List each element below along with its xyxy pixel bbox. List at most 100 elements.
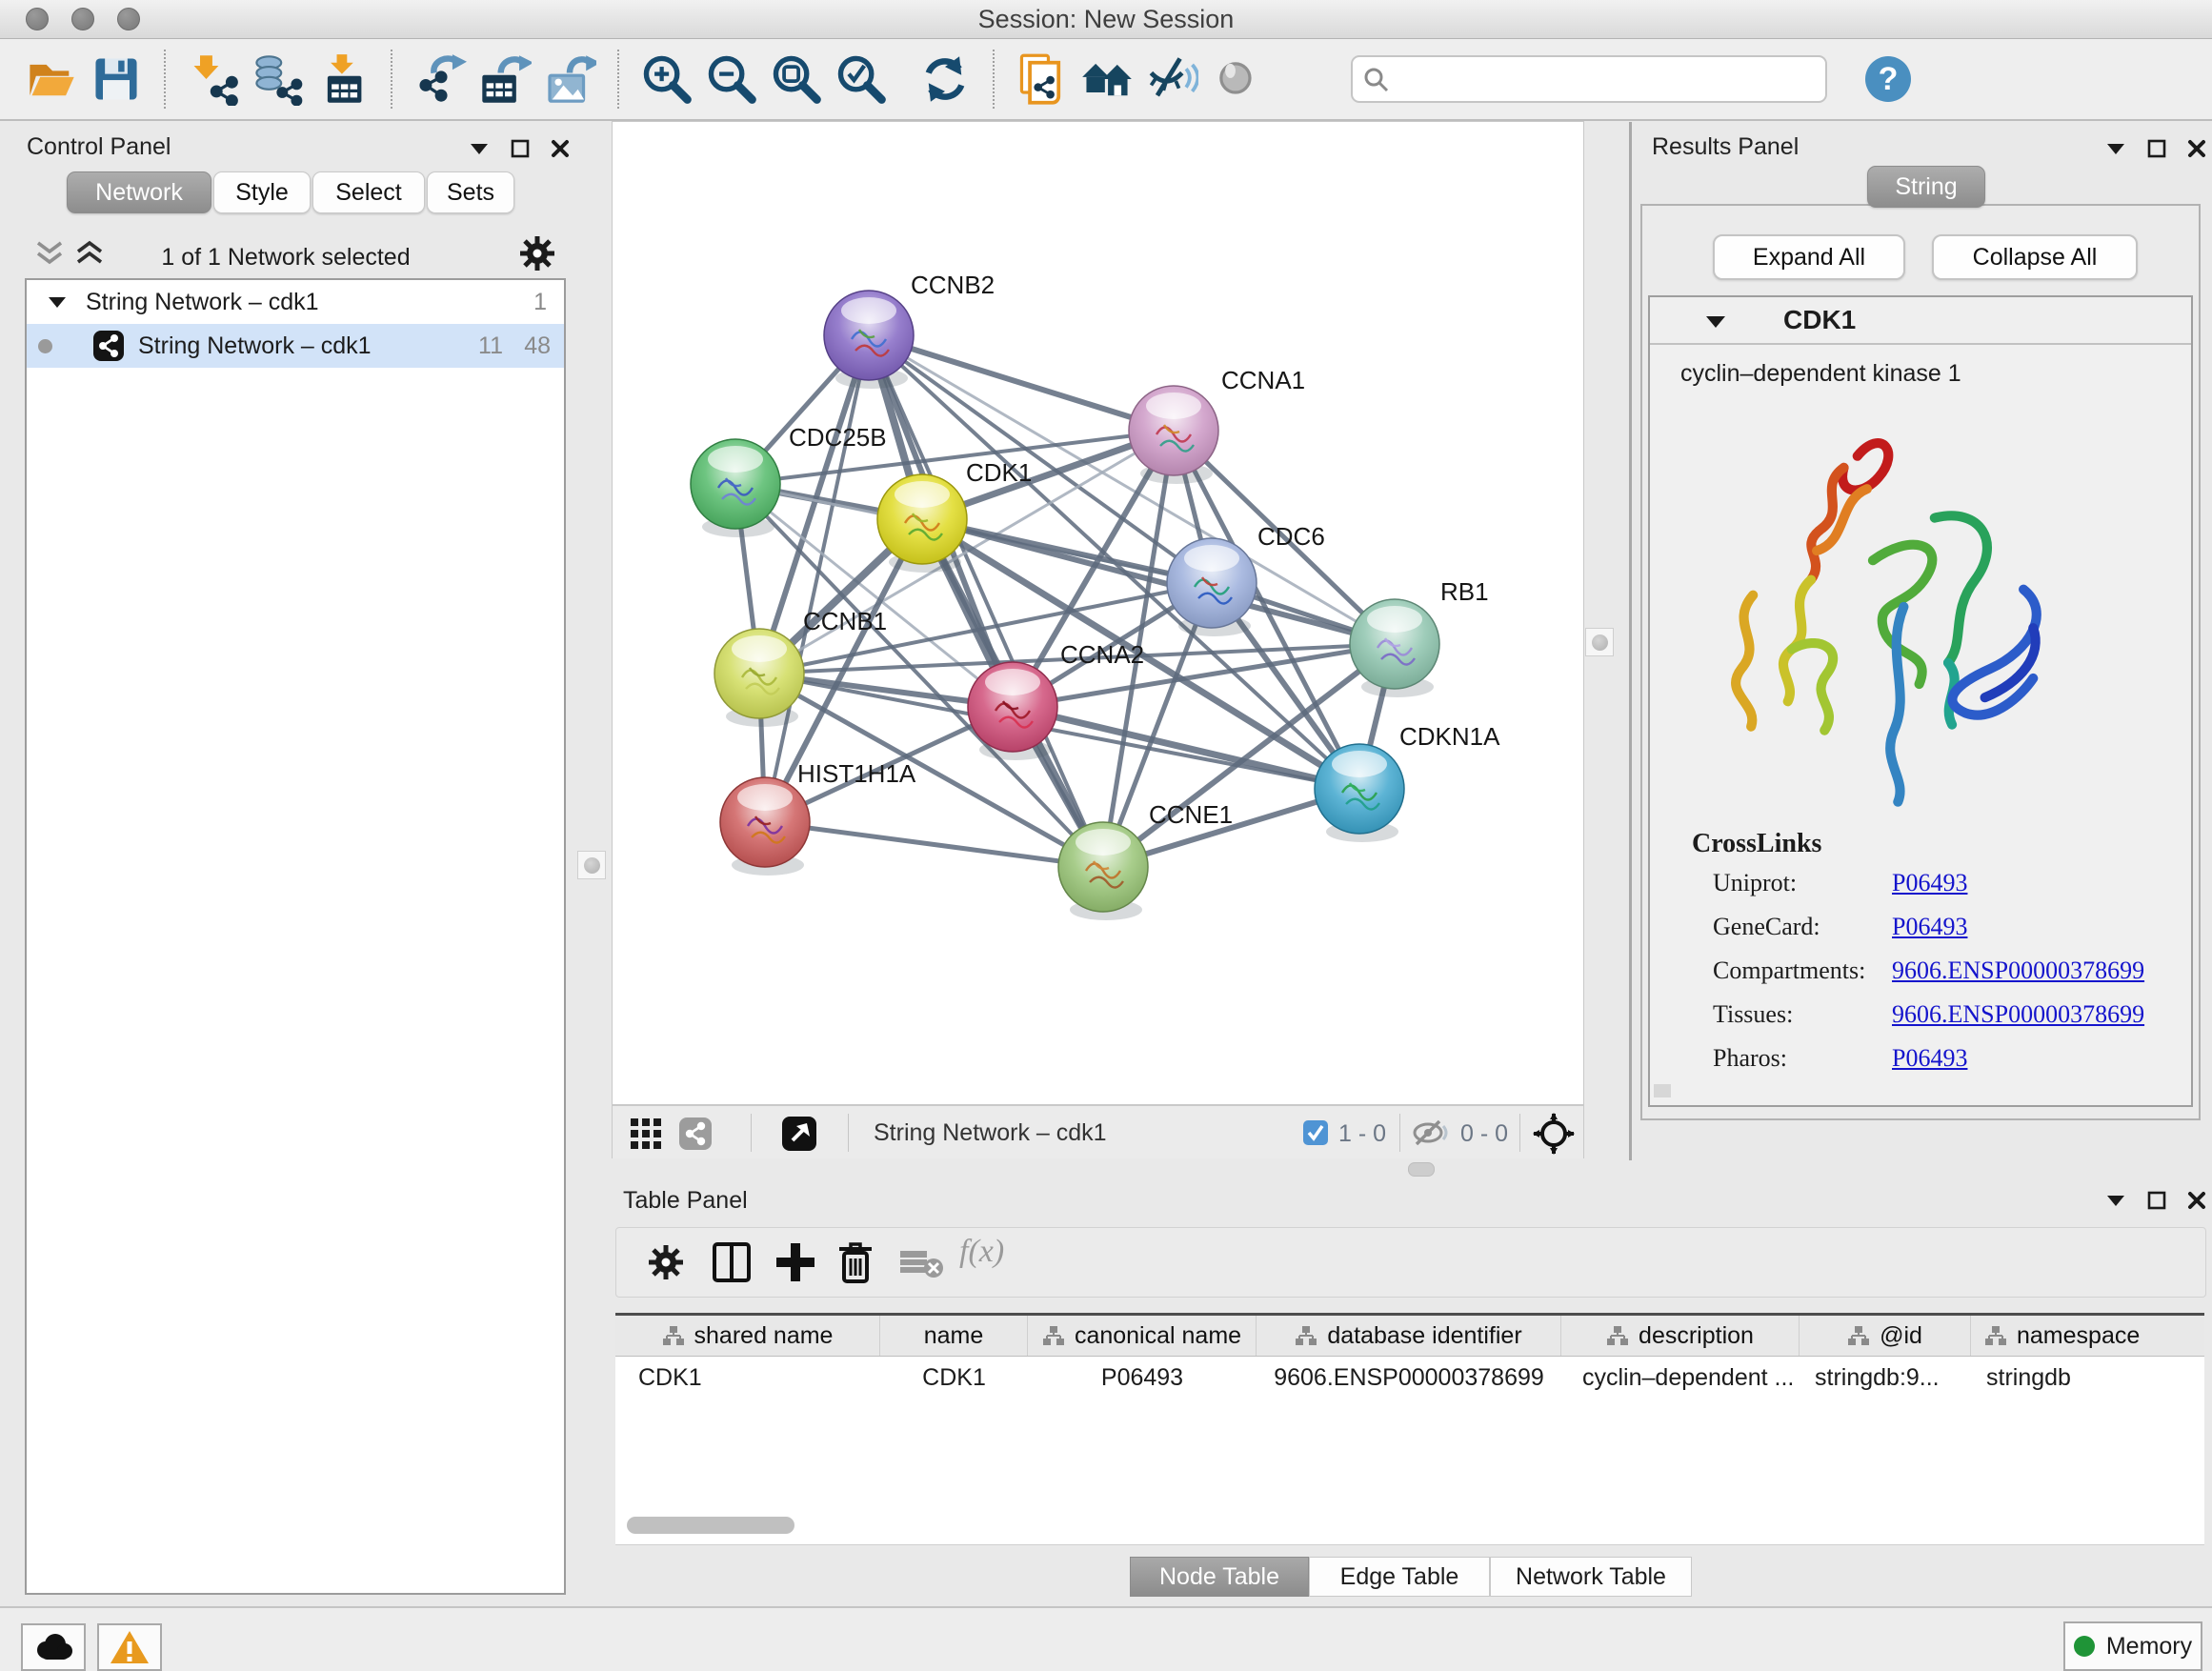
warnings-button[interactable] [97, 1623, 162, 1671]
tab-style[interactable]: Style [213, 171, 311, 213]
export-network-icon[interactable] [413, 52, 467, 106]
grid-view-icon[interactable] [629, 1117, 663, 1151]
tab-string[interactable]: String [1867, 166, 1985, 208]
show-columns-icon[interactable] [712, 1241, 752, 1283]
clone-network-icon[interactable] [1016, 52, 1069, 106]
collapse-section-icon[interactable] [1705, 314, 1726, 329]
import-network-database-icon[interactable] [251, 52, 305, 106]
tab-edge-table[interactable]: Edge Table [1309, 1557, 1490, 1597]
network-node-CDC25B[interactable]: CDC25B [691, 423, 887, 537]
network-row-selected[interactable]: String Network – cdk1 11 48 [27, 324, 564, 368]
horizontal-splitter[interactable] [573, 1158, 2212, 1176]
column-header[interactable]: canonical name [1028, 1316, 1257, 1356]
zoom-fit-icon[interactable] [770, 52, 823, 106]
control-panel-window-controls [469, 139, 570, 158]
fit-selected-crosshair-icon[interactable] [1533, 1113, 1575, 1155]
eye-icon[interactable] [1210, 52, 1263, 106]
float-panel-icon[interactable] [2147, 1191, 2166, 1210]
node-table[interactable]: shared name name canonical name database… [615, 1313, 2204, 1545]
birds-eye-view-icon[interactable] [781, 1116, 817, 1152]
table-gear-icon[interactable] [647, 1243, 685, 1281]
network-graph[interactable]: CCNB2CCNA1CDC25BCDK1CDC6RB1CCNB1CCNA2CDK… [613, 122, 1583, 1105]
cell-database-identifier[interactable]: 9606.ENSP00000378699 [1257, 1357, 1561, 1399]
selected-checkbox-icon[interactable] [1303, 1120, 1328, 1145]
float-panel-icon[interactable] [2147, 139, 2166, 158]
import-network-file-icon[interactable] [187, 52, 240, 106]
warning-icon [110, 1629, 150, 1665]
collapse-all-button[interactable]: Collapse All [1932, 234, 2138, 280]
network-edge-CCNB2-CCNA1[interactable] [869, 335, 1174, 431]
cell-shared-name[interactable]: CDK1 [615, 1357, 880, 1399]
cell-id[interactable]: stringdb:9... [1800, 1357, 1971, 1399]
float-panel-icon[interactable] [511, 139, 530, 158]
crosslink-tissues-link[interactable]: 9606.ENSP00000378699 [1892, 1000, 2144, 1029]
network-node-CCNA1[interactable]: CCNA1 [1129, 366, 1305, 484]
splitter-handle[interactable] [1585, 628, 1614, 656]
tab-select[interactable]: Select [312, 171, 425, 213]
cell-name[interactable]: CDK1 [880, 1357, 1028, 1399]
crosslink-uniprot-link[interactable]: P06493 [1892, 869, 1967, 897]
gear-icon[interactable] [518, 234, 556, 272]
zoom-out-icon[interactable] [705, 52, 758, 106]
zoom-selected-icon[interactable] [835, 52, 888, 106]
home-networks-icon[interactable] [1080, 52, 1134, 106]
export-table-icon[interactable] [478, 52, 532, 106]
import-table-icon[interactable] [316, 52, 370, 106]
crosslink-genecard-link[interactable]: P06493 [1892, 913, 1967, 941]
table-row[interactable]: CDK1 CDK1 P06493 9606.ENSP00000378699 cy… [615, 1357, 2204, 1399]
tab-sets[interactable]: Sets [427, 171, 514, 213]
memory-button[interactable]: Memory [2063, 1621, 2202, 1671]
expand-all-networks-icon[interactable] [34, 240, 65, 269]
toolbar-separator [617, 50, 619, 109]
network-node-RB1[interactable]: RB1 [1350, 577, 1489, 697]
cloud-button[interactable] [21, 1623, 86, 1671]
close-panel-icon[interactable] [551, 139, 570, 158]
search-field[interactable] [1351, 55, 1827, 103]
column-header[interactable]: @id [1800, 1316, 1971, 1356]
refresh-icon[interactable] [918, 52, 972, 106]
close-panel-icon[interactable] [2187, 1191, 2206, 1210]
expand-all-button[interactable]: Expand All [1713, 234, 1905, 280]
splitter-handle[interactable] [577, 851, 606, 879]
tab-network[interactable]: Network [67, 171, 211, 213]
open-session-icon[interactable] [25, 52, 78, 106]
export-image-icon[interactable] [543, 52, 596, 106]
delete-column-icon[interactable] [835, 1239, 875, 1285]
horizontal-scrollbar-thumb[interactable] [627, 1517, 794, 1534]
column-header[interactable]: shared name [615, 1316, 880, 1356]
network-node-CCNB1[interactable]: CCNB1 [714, 607, 887, 727]
tab-network-table[interactable]: Network Table [1490, 1557, 1692, 1597]
splitter-handle[interactable] [1408, 1162, 1435, 1177]
crosslink-pharos-link[interactable]: P06493 [1892, 1044, 1967, 1073]
column-header[interactable]: namespace [1971, 1316, 2204, 1356]
network-collection-row[interactable]: String Network – cdk1 1 [27, 280, 564, 324]
network-node-CCNE1[interactable]: CCNE1 [1058, 800, 1233, 920]
collapse-all-networks-icon[interactable] [74, 240, 105, 269]
help-icon[interactable]: ? [1863, 54, 1913, 104]
cell-canonical-name[interactable]: P06493 [1028, 1357, 1257, 1399]
column-header[interactable]: database identifier [1257, 1316, 1561, 1356]
cell-description[interactable]: cyclin–dependent ... [1561, 1357, 1800, 1399]
close-panel-icon[interactable] [2187, 139, 2206, 158]
panel-menu-icon[interactable] [2105, 1193, 2126, 1208]
network-node-HIST1H1A[interactable]: HIST1H1A [720, 759, 916, 876]
crosslink-compartments-link[interactable]: 9606.ENSP00000378699 [1892, 956, 2144, 985]
network-view-icon[interactable] [678, 1117, 713, 1151]
add-column-icon[interactable] [774, 1241, 816, 1283]
hide-eye-icon[interactable] [1145, 52, 1198, 106]
collapse-triangle-icon[interactable] [48, 295, 67, 309]
column-header[interactable]: name [880, 1316, 1028, 1356]
search-input[interactable] [1397, 59, 1810, 97]
cell-namespace[interactable]: stringdb [1971, 1357, 2204, 1399]
network-canvas[interactable]: CCNB2CCNA1CDC25BCDK1CDC6RB1CCNB1CCNA2CDK… [613, 122, 1583, 1105]
network-edge-HIST1H1A-CCNE1[interactable] [765, 822, 1103, 867]
panel-menu-icon[interactable] [469, 141, 490, 156]
crosslink-label: Compartments: [1713, 956, 1865, 985]
network-node-CDKN1A[interactable]: CDKN1A [1315, 722, 1500, 842]
column-header[interactable]: description [1561, 1316, 1800, 1356]
panel-menu-icon[interactable] [2105, 141, 2126, 156]
zoom-in-icon[interactable] [640, 52, 694, 106]
table-toolbar: f(x) [615, 1227, 2206, 1298]
save-session-icon[interactable] [90, 52, 143, 106]
tab-node-table[interactable]: Node Table [1130, 1557, 1309, 1597]
